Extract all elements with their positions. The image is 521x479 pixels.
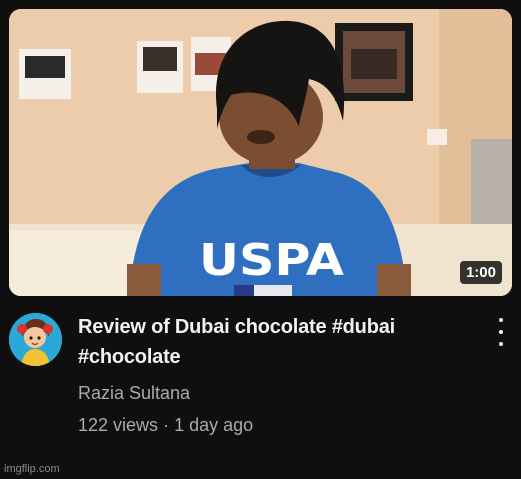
- channel-avatar[interactable]: [9, 313, 62, 366]
- video-meta: 122 views · 1 day ago: [78, 415, 253, 436]
- menu-dot: [499, 342, 503, 346]
- menu-dot: [499, 318, 503, 322]
- cartoon-girl-avatar-icon: [9, 313, 62, 366]
- watermark: imgflip.com: [4, 463, 60, 475]
- video-card[interactable]: USPA 1:00 Review of Dubai chocolate #dub…: [0, 0, 521, 479]
- shirt-text: USPA: [199, 235, 344, 286]
- video-thumbnail[interactable]: USPA 1:00: [9, 9, 512, 296]
- more-vert-icon[interactable]: [494, 316, 508, 348]
- duration-badge: 1:00: [459, 261, 502, 284]
- thumbnail-image: USPA: [9, 9, 512, 296]
- channel-name[interactable]: Razia Sultana: [78, 383, 190, 404]
- view-count: 122 views: [78, 415, 159, 435]
- menu-dot: [499, 330, 503, 334]
- meta-separator: ·: [163, 415, 170, 435]
- video-title[interactable]: Review of Dubai chocolate #dubai #chocol…: [78, 312, 468, 372]
- upload-age: 1 day ago: [174, 415, 254, 435]
